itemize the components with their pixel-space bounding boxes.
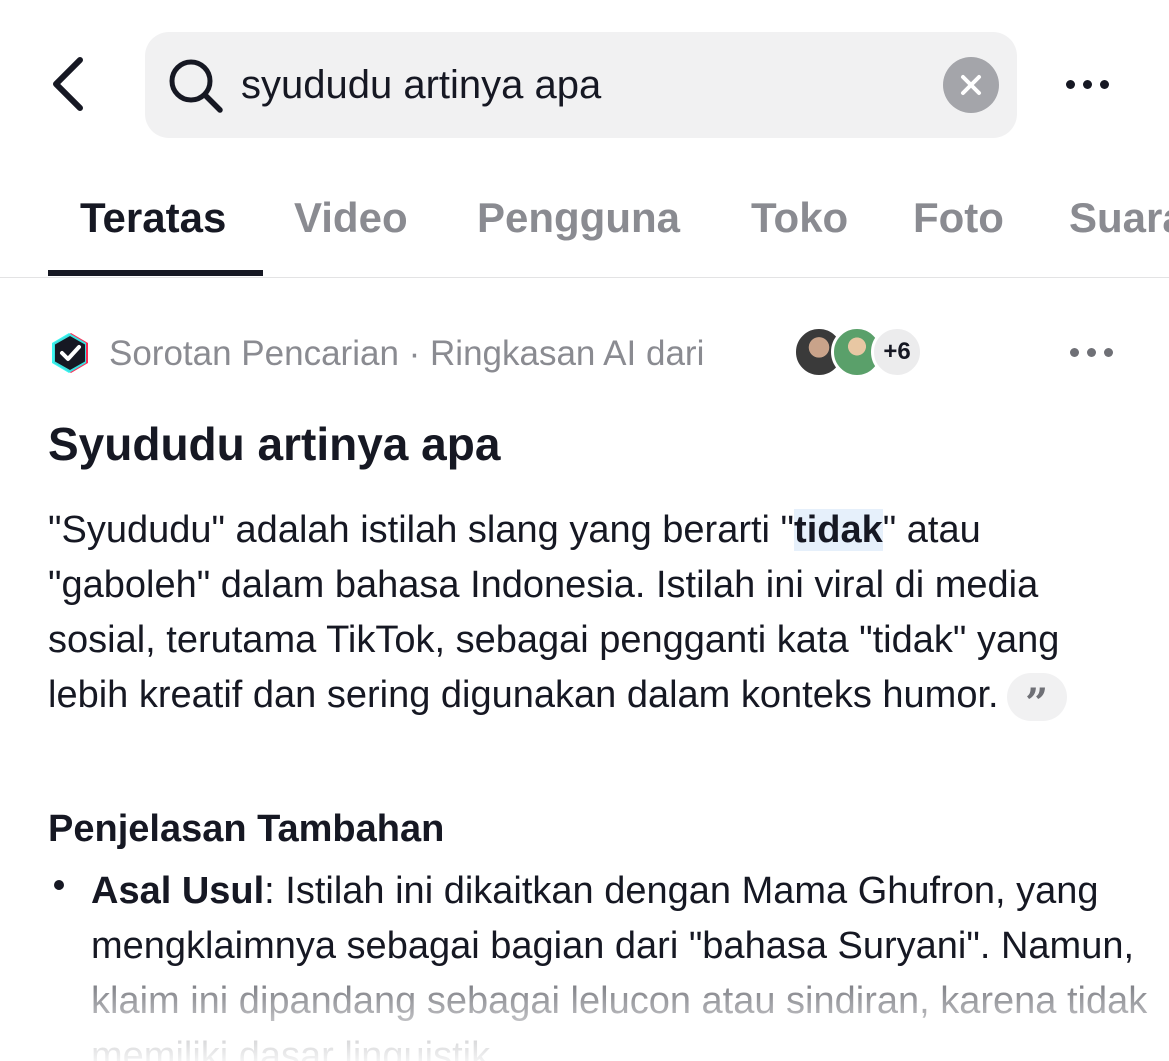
tab-foto[interactable]: Foto xyxy=(913,190,1004,246)
search-icon xyxy=(169,59,223,113)
active-tab-indicator xyxy=(48,270,263,276)
search-input[interactable]: syududu artinya apa xyxy=(241,58,601,112)
tab-toko[interactable]: Toko xyxy=(751,190,848,246)
summary-options-button[interactable] xyxy=(1056,334,1126,370)
verified-badge-icon xyxy=(52,333,88,373)
more-dot xyxy=(1086,347,1096,357)
tab-suara[interactable]: Suara xyxy=(1069,190,1169,246)
more-sources-count: +6 xyxy=(871,326,923,378)
summary-paragraph: "Syududu" adalah istilah slang yang bera… xyxy=(48,503,1138,727)
source-avatars[interactable]: +6 xyxy=(793,326,933,378)
tab-teratas[interactable]: Teratas xyxy=(80,190,226,246)
paragraph-text: "Syududu" adalah istilah slang yang bera… xyxy=(48,509,795,551)
more-dot xyxy=(1103,347,1113,357)
more-dot xyxy=(1099,79,1109,89)
ai-summary-source-row: Sorotan Pencarian · Ringkasan AI dari +6 xyxy=(48,326,1128,382)
search-results-page: syududu artinya apa Teratas Video Penggu… xyxy=(0,0,1169,1061)
bullet-label: Asal Usul xyxy=(91,870,265,912)
more-options-button[interactable] xyxy=(1052,64,1122,104)
more-dots-icon xyxy=(1065,79,1075,89)
close-icon xyxy=(961,75,981,95)
result-tabs: Teratas Video Pengguna Toko Foto Suara xyxy=(0,160,1169,278)
list-item: Asal Usul: Istilah ini dikaitkan dengan … xyxy=(91,864,1151,1061)
chevron-left-icon xyxy=(53,57,83,111)
summary-title: Syududu artinya apa xyxy=(48,418,501,470)
more-dot xyxy=(1082,79,1092,89)
tab-video[interactable]: Video xyxy=(294,190,408,246)
quote-source-icon[interactable]: ” xyxy=(1006,672,1067,727)
clear-search-button[interactable] xyxy=(943,57,999,113)
bullet-icon xyxy=(54,880,64,890)
back-button[interactable] xyxy=(44,54,92,114)
ai-summary-label: Sorotan Pencarian · Ringkasan AI dari xyxy=(109,334,705,373)
highlighted-word[interactable]: tidak xyxy=(794,509,883,551)
more-dots-icon xyxy=(1069,347,1079,357)
tab-pengguna[interactable]: Pengguna xyxy=(477,190,680,246)
section-heading: Penjelasan Tambahan xyxy=(48,808,445,850)
